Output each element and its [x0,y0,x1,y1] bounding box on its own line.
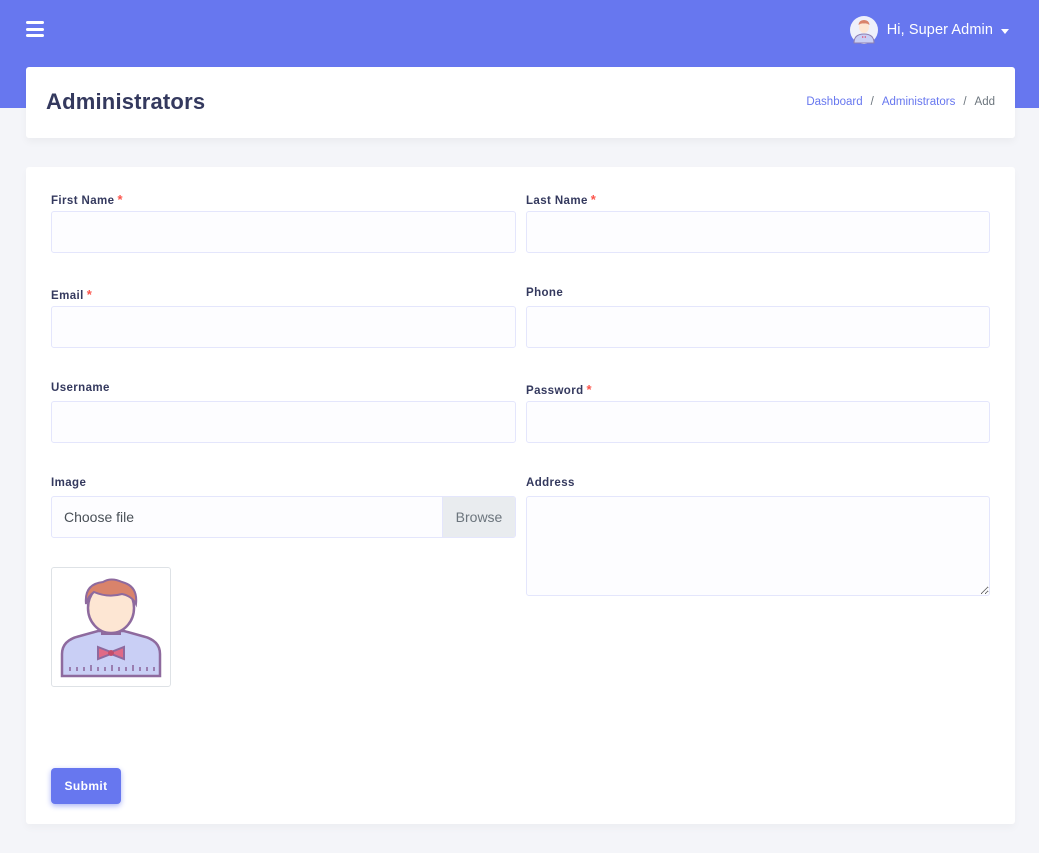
username-group: Username [51,382,516,443]
first-name-input[interactable] [51,211,516,253]
address-label: Address [526,477,575,489]
last-name-label: Last Name * [526,192,597,207]
page-header: Administrators Dashboard / Administrator… [26,67,1015,138]
hamburger-icon[interactable] [26,21,44,37]
breadcrumb-administrators[interactable]: Administrators [882,96,956,108]
breadcrumb-separator: / [963,96,967,108]
password-input[interactable] [526,401,990,443]
user-greeting: Hi, Super Admin [886,22,993,38]
last-name-group: Last Name * [526,192,990,253]
email-label: Email * [51,287,93,302]
username-input[interactable] [51,401,516,443]
image-group: Image Choose file Browse [51,477,516,538]
phone-group: Phone [526,287,990,348]
required-marker: * [586,382,592,397]
address-textarea[interactable] [526,496,990,596]
breadcrumb-separator: / [870,96,874,108]
password-group: Password * [526,382,990,443]
username-label: Username [51,382,110,394]
user-avatar-icon [849,16,878,44]
required-marker: * [86,287,93,302]
user-menu[interactable]: Hi, Super Admin [849,15,1009,45]
chevron-down-icon [1001,28,1009,34]
breadcrumb-dashboard[interactable]: Dashboard [806,96,862,108]
browse-button[interactable]: Browse [442,497,515,537]
file-chosen-text: Choose file [64,509,135,525]
breadcrumb: Dashboard / Administrators / Add [806,96,995,108]
first-name-label: First Name * [51,192,123,207]
email-group: Email * [51,287,516,348]
image-label: Image [51,477,87,489]
required-marker: * [117,192,123,207]
admin-form: First Name * Last Name * Email * Phone User… [26,167,1015,824]
image-preview [51,567,171,687]
required-marker: * [590,192,597,207]
phone-input[interactable] [526,306,990,348]
phone-label: Phone [526,287,564,299]
email-input[interactable] [51,306,516,348]
address-group: Address [526,477,990,596]
last-name-input[interactable] [526,211,990,253]
first-name-group: First Name * [51,192,516,253]
page-title: Administrators [46,89,206,114]
submit-button[interactable]: Submit [51,768,121,804]
default-avatar-icon [60,578,162,678]
image-file-input[interactable]: Choose file Browse [51,496,516,538]
breadcrumb-current: Add [974,96,995,108]
password-label: Password * [526,382,592,397]
